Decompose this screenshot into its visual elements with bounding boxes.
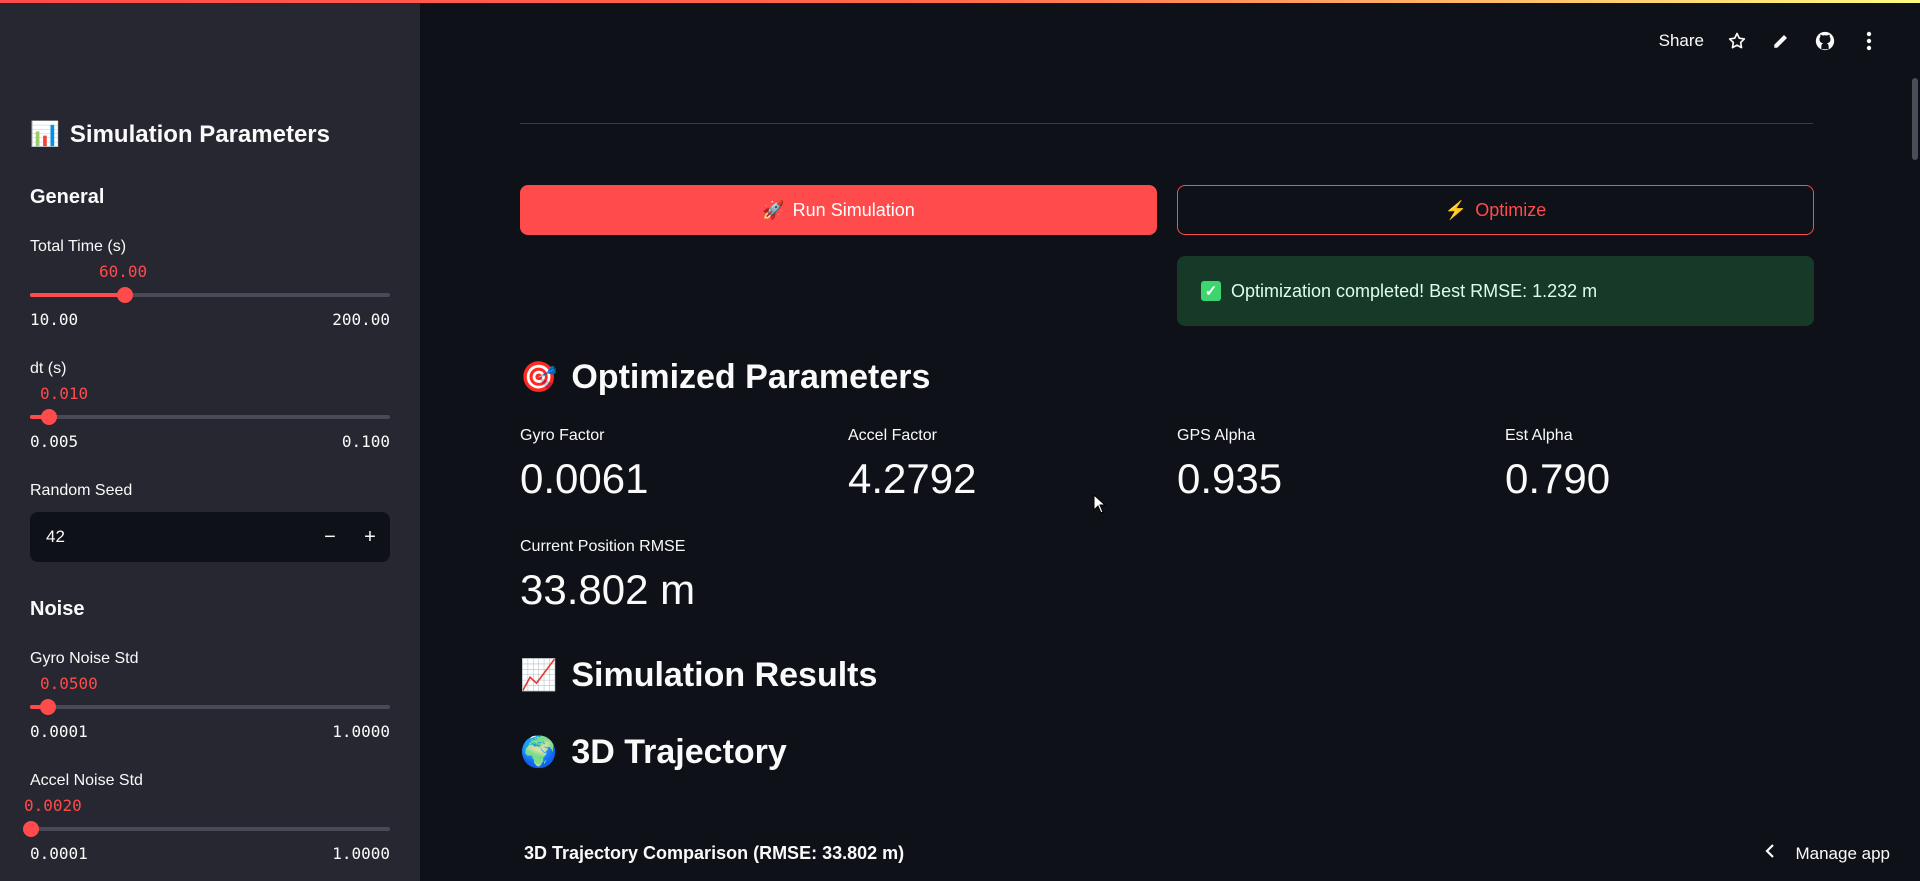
check-icon: ✓	[1201, 281, 1221, 301]
dt-label: dt (s)	[30, 360, 67, 377]
more-options-icon[interactable]	[1858, 30, 1880, 52]
slider-track[interactable]	[30, 409, 390, 425]
simulation-results-heading: 📈 Simulation Results	[520, 656, 878, 694]
slider-value: 0.0500	[40, 674, 98, 693]
run-simulation-button[interactable]: 🚀 Run Simulation	[520, 185, 1157, 235]
chevron-left-icon	[1765, 843, 1775, 864]
gyro-noise-label: Gyro Noise Std	[30, 650, 139, 667]
chart-title: 3D Trajectory Comparison (RMSE: 33.802 m…	[524, 843, 905, 863]
share-button[interactable]: Share	[1659, 31, 1704, 51]
trajectory-heading: 🌍 3D Trajectory	[520, 733, 787, 771]
accel-noise-label: Accel Noise Std	[30, 772, 143, 789]
slider-value: 60.00	[99, 262, 148, 281]
star-icon[interactable]	[1726, 30, 1748, 52]
target-icon: 🎯	[520, 361, 558, 394]
scrollbar[interactable]	[1912, 78, 1918, 160]
metric-accel-factor: Accel Factor 4.2792	[848, 427, 977, 502]
metric-position-rmse: Current Position RMSE 33.802 m	[520, 538, 696, 613]
rocket-icon: 🚀	[762, 199, 785, 220]
decrement-button[interactable]: −	[310, 526, 350, 549]
metric-est-alpha: Est Alpha 0.790	[1505, 427, 1611, 502]
divider	[520, 123, 1813, 124]
top-decoration-bar	[0, 0, 1920, 3]
sidebar: 📊 Simulation Parameters General Total Ti…	[0, 0, 420, 881]
noise-heading: Noise	[30, 598, 85, 620]
general-heading: General	[30, 186, 105, 208]
sidebar-title: 📊 Simulation Parameters	[30, 120, 330, 149]
increment-button[interactable]: +	[350, 526, 390, 549]
manage-app-button[interactable]: Manage app	[1765, 843, 1890, 864]
slider-value: 0.0020	[24, 796, 82, 815]
slider-value: 0.010	[40, 384, 89, 403]
slider-thumb[interactable]	[41, 409, 57, 425]
success-message: Optimization completed! Best RMSE: 1.232…	[1231, 280, 1598, 301]
github-icon[interactable]	[1814, 30, 1836, 52]
slider-track[interactable]	[30, 287, 390, 303]
optimized-parameters-heading: 🎯 Optimized Parameters	[520, 358, 931, 396]
metric-gyro-factor: Gyro Factor 0.0061	[520, 427, 649, 502]
random-seed-value[interactable]: 42	[30, 527, 310, 547]
globe-icon: 🌍	[520, 736, 558, 769]
metric-gps-alpha: GPS Alpha 0.935	[1177, 427, 1283, 502]
optimize-button[interactable]: ⚡ Optimize	[1177, 185, 1814, 235]
slider-thumb[interactable]	[117, 287, 133, 303]
total-time-label: Total Time (s)	[30, 238, 127, 255]
success-alert: ✓ Optimization completed! Best RMSE: 1.2…	[1177, 256, 1814, 326]
lightning-icon: ⚡	[1444, 199, 1468, 220]
random-seed-label: Random Seed	[30, 482, 133, 499]
slider-thumb[interactable]	[23, 821, 39, 837]
random-seed-input[interactable]: 42 − +	[30, 512, 390, 562]
slider-thumb[interactable]	[40, 699, 56, 715]
bar-chart-icon: 📊	[30, 121, 60, 148]
main-content: Share 🚀 Run Simulation ⚡ Optimize ✓ Opti…	[420, 0, 1920, 881]
mouse-cursor-icon	[1093, 493, 1107, 519]
slider-track[interactable]	[30, 699, 390, 715]
edit-icon[interactable]	[1770, 30, 1792, 52]
chart-increasing-icon: 📈	[520, 659, 558, 692]
slider-track[interactable]	[23, 821, 390, 837]
app-toolbar: Share	[1659, 30, 1880, 52]
